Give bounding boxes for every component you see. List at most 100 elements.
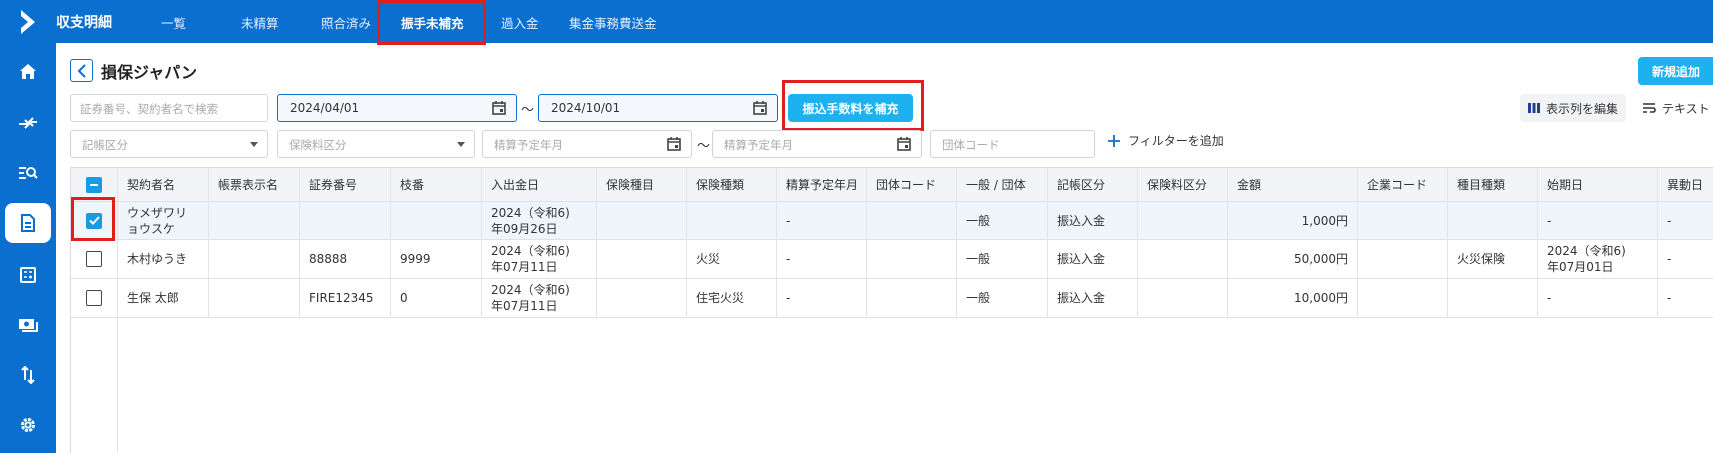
sort-icon[interactable]: [0, 353, 56, 397]
column-header[interactable]: 証券番号: [300, 168, 391, 201]
calendar-icon[interactable]: [753, 101, 767, 115]
branch-number-cell: 0: [391, 279, 482, 317]
insurance-category-cell: [597, 279, 687, 317]
entry-category-cell: 振込入金: [1048, 279, 1138, 317]
group-code-cell: [867, 279, 957, 317]
checkbox-highlight-box: [71, 197, 115, 241]
item-type-cell: [1448, 202, 1538, 239]
general-group-cell: 一般: [957, 279, 1048, 317]
premium-category-placeholder: 保険料区分: [289, 138, 347, 152]
column-header[interactable]: 種目種類: [1448, 168, 1538, 201]
logo-icon[interactable]: [12, 8, 44, 36]
contractor-name-cell: 木村ゆうき: [118, 240, 209, 278]
column-header[interactable]: 始期日: [1538, 168, 1658, 201]
column-header[interactable]: 異動日: [1658, 168, 1713, 201]
column-header[interactable]: 保険種目: [597, 168, 687, 201]
table-row[interactable]: ウメザワリ ョウスケ 2024（令和6) 年09月26日 - 一般 振込入金 1…: [71, 202, 1713, 240]
column-header[interactable]: 金額: [1228, 168, 1358, 201]
edit-columns-button[interactable]: 表示列を編集: [1520, 94, 1627, 122]
premium-category-select[interactable]: 保険料区分: [277, 130, 475, 158]
select-all-checkbox[interactable]: [86, 176, 102, 193]
chevron-down-icon: [250, 142, 258, 147]
gear-icon[interactable]: [0, 403, 56, 447]
calendar-icon[interactable]: [897, 137, 911, 151]
calculator-icon[interactable]: [0, 253, 56, 297]
column-header[interactable]: 入出金日: [482, 168, 597, 201]
item-type-cell: [1448, 279, 1538, 317]
edit-columns-label: 表示列を編集: [1546, 101, 1619, 116]
add-new-button[interactable]: 新規追加: [1638, 57, 1713, 85]
date-from-value: 2024/04/01: [290, 101, 360, 115]
amount-cell: 1,000円: [1228, 202, 1358, 239]
tab-matched[interactable]: 照合済み: [321, 13, 371, 32]
document-icon[interactable]: [0, 201, 56, 245]
company-code-cell: [1358, 202, 1448, 239]
back-button[interactable]: [70, 59, 93, 82]
settle-month-from-field[interactable]: 精算予定年月: [482, 130, 692, 158]
tab-collection-fee-remittance[interactable]: 集金事務費送金: [569, 13, 657, 32]
text-button-label: テキスト: [1662, 101, 1710, 116]
add-filter-button[interactable]: フィルターを追加: [1108, 132, 1224, 149]
insurance-type-cell: 火災: [687, 240, 777, 278]
branch-number-cell: 9999: [391, 240, 482, 278]
entry-category-select[interactable]: 記帳区分: [70, 130, 268, 158]
add-filter-label: フィルターを追加: [1128, 134, 1224, 148]
settle-month-from-placeholder: 精算予定年月: [494, 138, 563, 152]
tab-list[interactable]: 一覧: [161, 13, 186, 32]
insurance-type-cell: 住宅火災: [687, 279, 777, 317]
calendar-icon[interactable]: [667, 137, 681, 151]
row-checkbox[interactable]: [86, 251, 102, 267]
text-button[interactable]: テキスト: [1642, 94, 1710, 122]
contractor-name-cell: 生保 太郎: [118, 279, 209, 317]
column-header[interactable]: 保険料区分: [1138, 168, 1228, 201]
columns-icon: [1528, 103, 1540, 113]
search-input[interactable]: 証券番号、契約者名で検索: [70, 94, 268, 122]
settlement-month-cell: -: [777, 279, 867, 317]
date-to-value: 2024/10/01: [551, 101, 621, 115]
column-header[interactable]: 契約者名: [118, 168, 209, 201]
group-code-input[interactable]: 団体コード: [930, 130, 1095, 158]
change-date-cell: -: [1658, 202, 1713, 239]
month-range-separator: 〜: [697, 139, 711, 154]
transaction-date-cell: 2024（令和6) 年07月11日: [482, 279, 597, 317]
group-code-placeholder: 団体コード: [942, 138, 1000, 152]
top-nav: 収支明細 一覧 未精算 照合済み 振手未補充 過入金 集金事務費送金: [56, 0, 1713, 43]
date-from-field[interactable]: 2024/04/01: [277, 94, 517, 122]
change-date-cell: -: [1658, 240, 1713, 278]
column-header[interactable]: 団体コード: [867, 168, 957, 201]
premium-category-cell: [1138, 202, 1228, 239]
insurance-category-cell: [597, 240, 687, 278]
column-header[interactable]: 記帳区分: [1048, 168, 1138, 201]
date-to-field[interactable]: 2024/10/01: [538, 94, 778, 122]
tab-unsettled[interactable]: 未精算: [241, 13, 279, 32]
home-icon[interactable]: [0, 50, 56, 94]
table-header-row: 契約者名 帳票表示名 証券番号 枝番 入出金日 保険種目 保険種類 精算予定年月…: [71, 168, 1713, 202]
column-header[interactable]: 精算予定年月: [777, 168, 867, 201]
column-header[interactable]: 帳票表示名: [209, 168, 300, 201]
column-header[interactable]: 枝番: [391, 168, 482, 201]
insurance-type-cell: [687, 202, 777, 239]
start-date-cell: -: [1538, 202, 1658, 239]
column-header[interactable]: 一般 / 団体: [957, 168, 1048, 201]
money-icon[interactable]: [0, 303, 56, 347]
amount-cell: 50,000円: [1228, 240, 1358, 278]
premium-category-cell: [1138, 279, 1228, 317]
row-select-cell: [71, 240, 118, 278]
tab-overpayment[interactable]: 過入金: [501, 13, 539, 32]
table-row[interactable]: 生保 太郎 FIRE12345 0 2024（令和6) 年07月11日 住宅火災…: [71, 279, 1713, 318]
settle-month-to-field[interactable]: 精算予定年月: [712, 130, 922, 158]
plus-icon: [1108, 134, 1120, 147]
calendar-icon[interactable]: [492, 101, 506, 115]
start-date-cell: -: [1538, 279, 1658, 317]
general-group-cell: 一般: [957, 240, 1048, 278]
row-checkbox[interactable]: [86, 290, 102, 306]
table-row[interactable]: 木村ゆうき 88888 9999 2024（令和6) 年07月11日 火災 - …: [71, 240, 1713, 279]
policy-number-cell: 88888: [300, 240, 391, 278]
transfer-icon[interactable]: [0, 101, 56, 145]
search-list-icon[interactable]: [0, 151, 56, 195]
app-root: 収支明細 一覧 未精算 照合済み 振手未補充 過入金 集金事務費送金 損保ジャパ…: [0, 0, 1713, 453]
column-header[interactable]: 企業コード: [1358, 168, 1448, 201]
date-range-separator: 〜: [521, 103, 535, 118]
change-date-cell: -: [1658, 279, 1713, 317]
column-header[interactable]: 保険種類: [687, 168, 777, 201]
